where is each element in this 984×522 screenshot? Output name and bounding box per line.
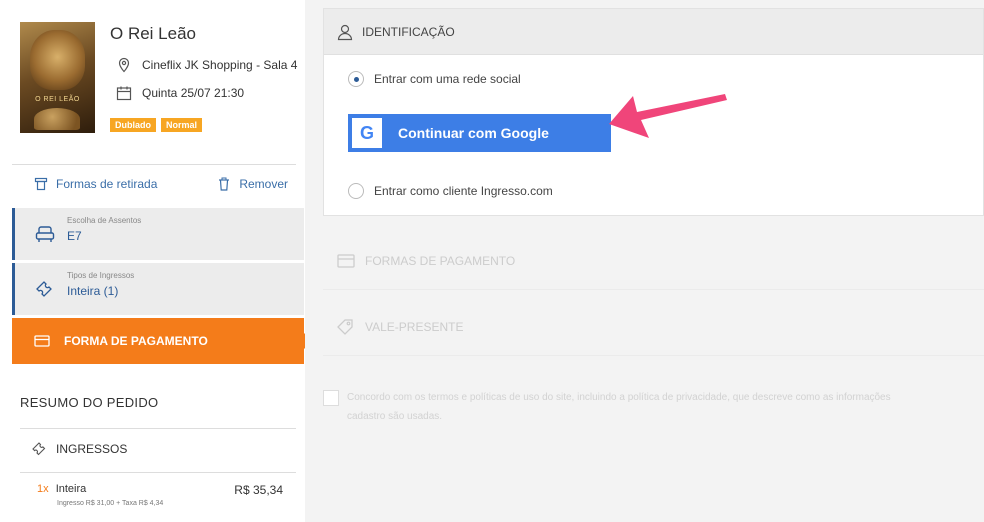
item-detail: Ingresso R$ 31,00 + Taxa R$ 4,34	[57, 500, 164, 507]
radio-client[interactable]	[348, 183, 364, 199]
option-social-login[interactable]: Entrar com uma rede social	[348, 71, 521, 87]
poster-title: O REI LEÃO	[35, 96, 80, 103]
terms-line: cadastro são usadas.	[347, 411, 443, 422]
option-client-login[interactable]: Entrar como cliente Ingresso.com	[348, 183, 553, 199]
item-quantity: 1x	[37, 483, 49, 495]
step-label: Tipos de Ingressos	[67, 271, 135, 280]
poster-lion-shape	[30, 30, 85, 90]
tickets-section-title: INGRESSOS	[32, 442, 127, 456]
option-client-label: Entrar como cliente Ingresso.com	[374, 184, 553, 198]
step-value: E7	[67, 229, 82, 243]
credit-card-icon	[34, 335, 50, 347]
tickets-section-label: INGRESSOS	[56, 442, 128, 456]
session-badges: Dublado Normal	[110, 118, 203, 132]
badge-format: Normal	[161, 118, 203, 132]
item-name: Inteira	[55, 483, 87, 495]
option-social-label: Entrar com uma rede social	[374, 72, 521, 86]
pickup-methods-link[interactable]: Formas de retirada	[34, 177, 157, 191]
gift-tag-icon	[337, 318, 353, 335]
trash-icon	[219, 177, 230, 191]
annotation-arrow	[609, 94, 727, 138]
identification-header: IDENTIFICAÇÃO	[324, 9, 983, 55]
step-label: Escolha de Assentos	[67, 216, 142, 225]
movie-poster: O REI LEÃO	[20, 22, 95, 133]
step-seat-selection[interactable]: Escolha de Assentos E7	[12, 208, 304, 260]
item-price: R$ 35,34	[234, 483, 283, 497]
ticket-icon	[32, 442, 46, 456]
cinema-row: Cineflix JK Shopping - Sala 4	[116, 57, 297, 73]
google-button-label: Continuar com Google	[398, 125, 549, 141]
date-row: Quinta 25/07 21:30	[116, 85, 244, 101]
movie-info: O REI LEÃO O Rei Leão Cineflix JK Shoppi…	[20, 22, 300, 142]
divider	[20, 428, 296, 429]
location-pin-icon	[118, 57, 130, 73]
movie-title: O Rei Leão	[110, 24, 196, 43]
order-summary-title: RESUMO DO PEDIDO	[20, 395, 159, 410]
step-payment-active[interactable]: FORMA DE PAGAMENTO	[12, 318, 304, 364]
pickup-methods-label: Formas de retirada	[56, 177, 158, 191]
payment-methods-title: FORMAS DE PAGAMENTO	[365, 253, 516, 268]
step-value: Inteira (1)	[67, 284, 119, 298]
ticket-pickup-icon	[34, 177, 48, 191]
voucher-section: VALE-PRESENTE	[323, 298, 984, 356]
session-date: Quinta 25/07 21:30	[142, 86, 245, 100]
divider	[12, 164, 296, 165]
divider	[20, 472, 296, 473]
radio-social[interactable]	[348, 71, 364, 87]
identification-title: IDENTIFICAÇÃO	[362, 24, 455, 39]
calendar-icon	[116, 86, 132, 101]
payment-methods-section: FORMAS DE PAGAMENTO	[323, 232, 984, 290]
ticket-icon	[36, 281, 52, 297]
badge-audio: Dublado	[110, 118, 156, 132]
remove-label: Remover	[239, 177, 288, 191]
google-icon: G	[352, 118, 382, 148]
summary-item: 1x Inteira	[37, 483, 86, 495]
terms-text: Concordo com os termos e políticas de us…	[347, 388, 891, 426]
seat-icon	[35, 226, 55, 242]
terms-agreement: Concordo com os termos e políticas de us…	[323, 388, 984, 426]
cinema-name: Cineflix JK Shopping - Sala 4	[142, 58, 298, 72]
movie-actions: Formas de retirada Remover	[12, 168, 296, 200]
order-sidebar: O REI LEÃO O Rei Leão Cineflix JK Shoppi…	[0, 0, 312, 522]
remove-button[interactable]: Remover	[217, 177, 288, 191]
step-ticket-types[interactable]: Tipos de Ingressos Inteira (1)	[12, 263, 304, 315]
continue-with-google-button[interactable]: G Continuar com Google	[348, 114, 611, 152]
terms-checkbox[interactable]	[323, 390, 339, 406]
voucher-title: VALE-PRESENTE	[365, 319, 464, 334]
user-icon	[337, 24, 353, 40]
credit-card-icon	[337, 253, 355, 268]
poster-cubs-shape	[34, 108, 80, 130]
terms-line: Concordo com os termos e políticas de us…	[347, 392, 891, 403]
checkout-main: IDENTIFICAÇÃO Entrar com uma rede social…	[305, 0, 984, 522]
active-step-label: FORMA DE PAGAMENTO	[64, 334, 208, 348]
